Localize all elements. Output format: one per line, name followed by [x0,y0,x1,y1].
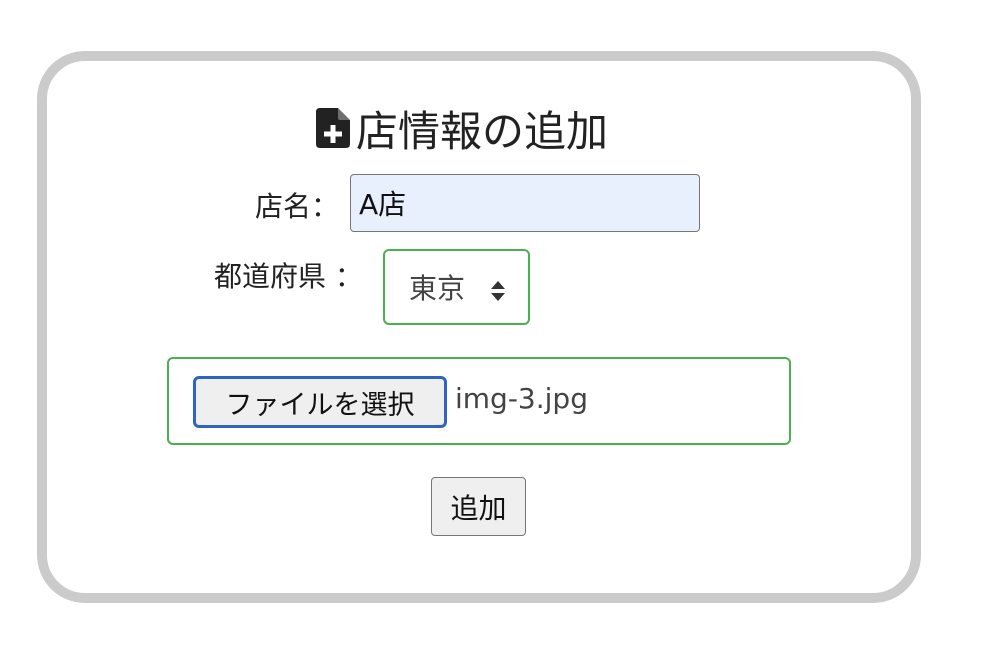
add-button[interactable]: 追加 [431,477,526,536]
file-plus-icon [316,108,350,148]
selected-file-name: img-3.jpg [455,382,588,415]
prefecture-select[interactable]: 東京 [383,249,530,325]
form-title-text: 店情報の追加 [356,106,609,156]
prefecture-selected-value: 東京 [409,272,466,305]
select-arrows-icon [490,277,506,301]
store-name-input[interactable] [350,174,700,232]
form-title: 店情報の追加 [316,100,608,156]
prefecture-label: 都道府県 ： [214,260,363,293]
choose-file-button[interactable]: ファイルを選択 [193,376,447,428]
store-name-label: 店名： [255,190,340,223]
